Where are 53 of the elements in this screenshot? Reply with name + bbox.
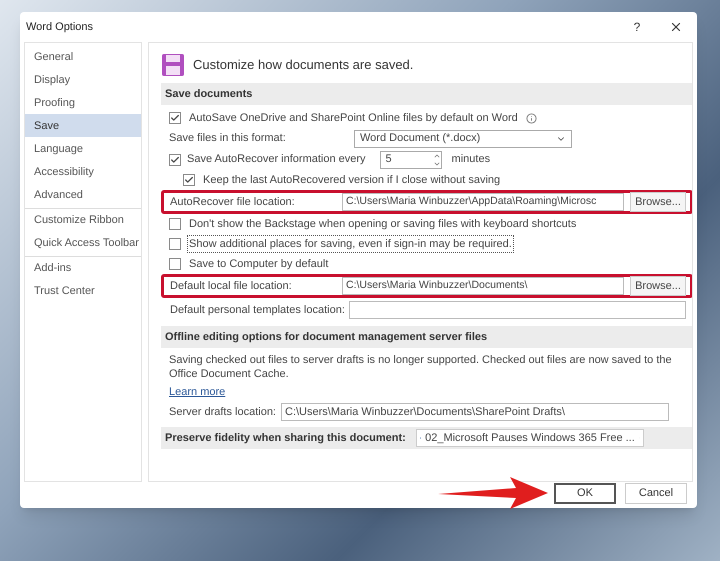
dialog-button[interactable]: Cancel [625, 482, 687, 504]
section-title: Preserve fidelity when sharing this document: [165, 430, 406, 446]
page-heading: Customize how documents are saved. [193, 56, 414, 74]
help-button[interactable]: ? [627, 18, 647, 36]
checkbox[interactable] [183, 174, 195, 186]
checkmark-icon [184, 175, 194, 185]
sidebar-item[interactable]: General [25, 45, 141, 68]
checkmark-icon [170, 113, 180, 123]
checkbox[interactable] [169, 218, 181, 230]
sidebar-item[interactable]: Proofing [25, 91, 141, 114]
unit-label: minutes [452, 152, 490, 168]
option-label: Show additional places for saving, even if sign-in may be required. [187, 234, 514, 254]
window-title: Word Options [26, 20, 94, 35]
option-label: Save to Computer by default [188, 256, 330, 272]
sidebar-item[interactable]: Display [25, 68, 141, 91]
info-paragraph: Saving checked out files to server drafts is no longer supported. Checked out files are now saved to the Office Document Cache. [169, 353, 673, 382]
checkbox[interactable] [169, 258, 181, 270]
path-field[interactable] [348, 301, 686, 319]
dialog-button[interactable]: OK [554, 482, 616, 504]
document-dropdown[interactable]: 02_Microsoft Pauses Windows 365 Free ... [416, 429, 644, 447]
sidebar-item[interactable]: Customize Ribbon [25, 208, 141, 231]
option-label: Keep the last AutoRecovered version if I close without saving [202, 172, 502, 188]
option-label: Default personal templates location: [170, 302, 346, 318]
option-label: AutoSave OneDrive and SharePoint Online files by default on Word [188, 110, 519, 126]
path-field[interactable]: C:\Users\Maria Winbuzzer\AppData\Roaming\Microsc [342, 193, 624, 211]
checkmark-icon [170, 154, 180, 164]
sidebar-item[interactable]: Quick Access Toolbar [25, 231, 141, 254]
sidebar-item[interactable]: Language [25, 137, 141, 160]
option-label: AutoRecover file location: [170, 194, 296, 210]
learn-more-link[interactable]: Learn more [169, 384, 226, 400]
option-label: Server drafts location: [169, 404, 277, 420]
path-field[interactable]: C:\Users\Maria Winbuzzer\Documents\SharePoint Drafts\ [281, 403, 669, 421]
format-dropdown[interactable]: Word Document (*.docx) [354, 130, 572, 148]
sidebar-item[interactable]: Trust Center [25, 279, 141, 302]
browse-button[interactable]: Browse... [630, 192, 686, 212]
checkbox[interactable] [169, 112, 181, 124]
sidebar-item[interactable]: Advanced [25, 183, 141, 206]
sidebar-item[interactable]: Accessibility [25, 160, 141, 183]
option-label: Save files in this format: [169, 131, 287, 146]
path-field[interactable]: C:\Users\Maria Winbuzzer\Documents\ [342, 277, 624, 295]
sidebar-item[interactable]: Add-ins [25, 256, 141, 279]
checkbox[interactable] [169, 238, 181, 250]
browse-button[interactable]: Browse... [630, 276, 686, 296]
option-label: Default local file location: [170, 278, 293, 294]
minutes-spinner[interactable]: 5 [380, 150, 442, 168]
option-label: Save AutoRecover information every [187, 152, 366, 168]
info-icon[interactable] [526, 112, 537, 124]
section-title: Save documents [165, 86, 252, 102]
option-label: Don't show the Backstage when opening or saving files with keyboard shortcuts [188, 216, 578, 232]
section-title: Offline editing options for document management server files [165, 330, 488, 345]
checkbox[interactable] [169, 154, 181, 166]
sidebar-item[interactable]: Save [25, 114, 141, 137]
close-icon[interactable] [669, 20, 683, 34]
